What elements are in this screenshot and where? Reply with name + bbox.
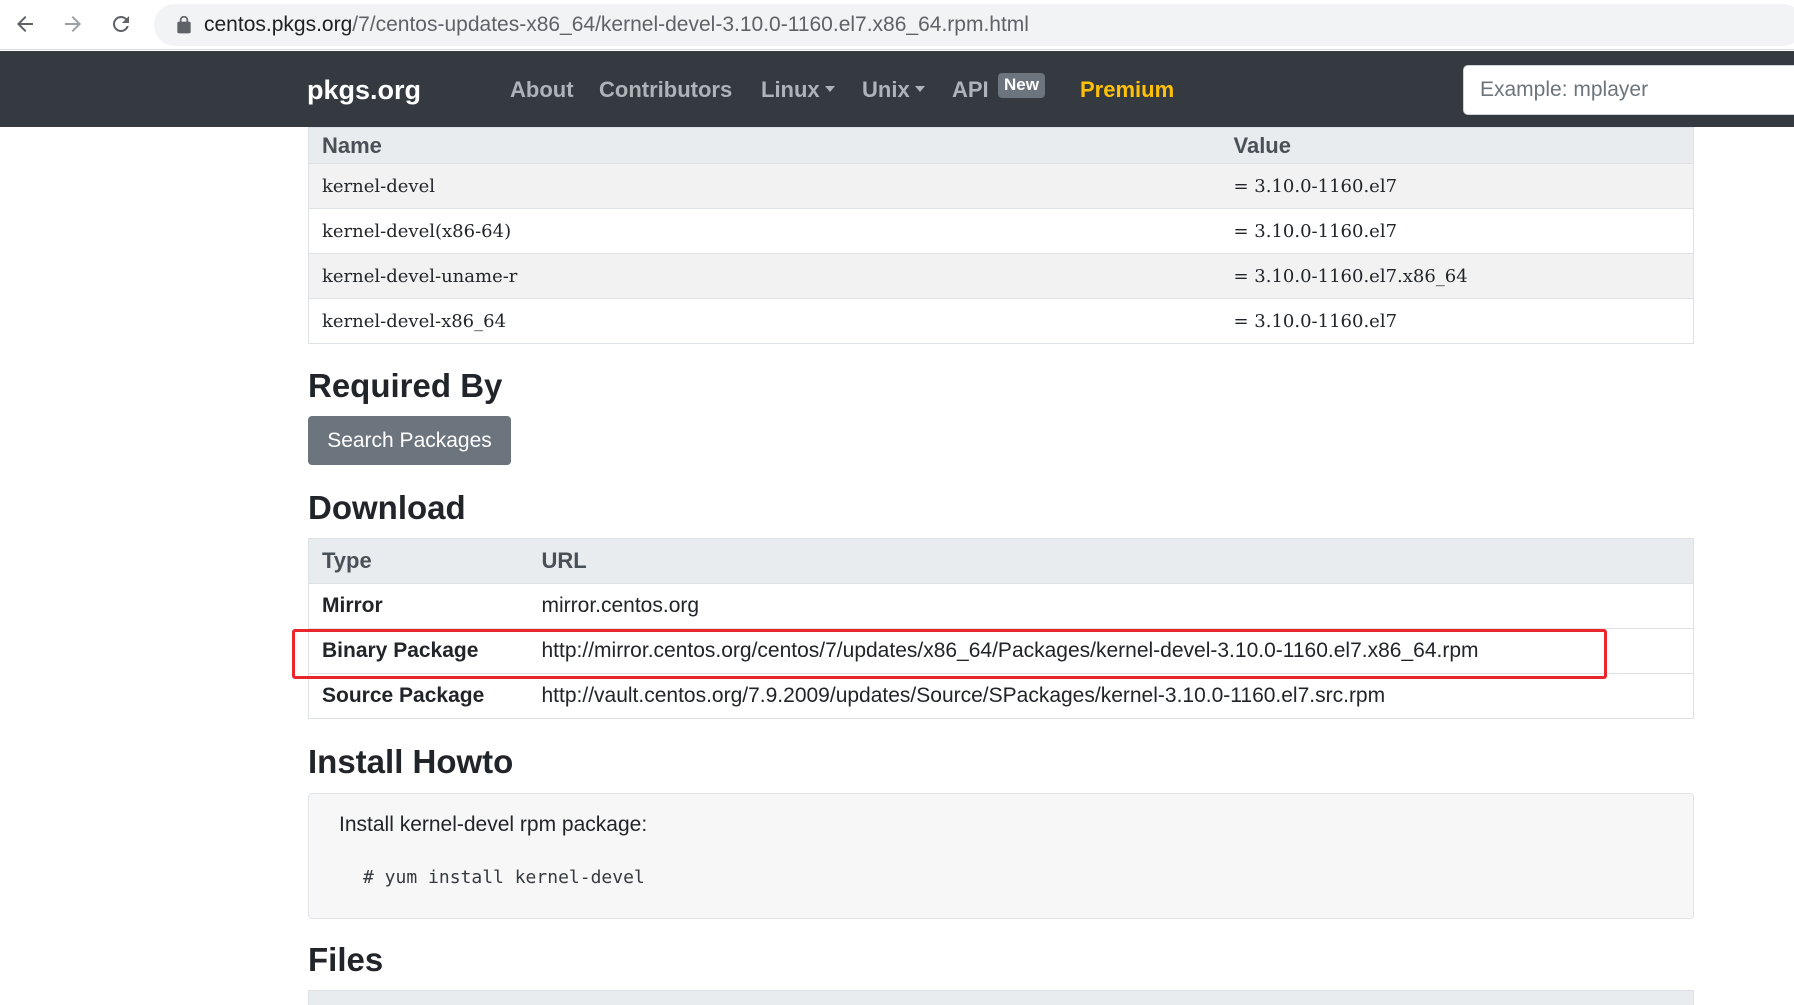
url-host: centos.pkgs.org <box>204 13 353 36</box>
nav-about[interactable]: About <box>510 77 574 103</box>
forward-arrow-icon[interactable] <box>56 7 90 41</box>
table-row: Binary Package http://mirror.centos.org/… <box>308 628 1694 674</box>
chevron-down-icon <box>914 86 925 93</box>
download-type: Mirror <box>322 594 383 617</box>
reload-icon[interactable] <box>104 7 138 41</box>
binary-package-link[interactable]: http://mirror.centos.org/centos/7/update… <box>542 639 1479 662</box>
files-heading: Files <box>308 941 384 978</box>
url-path: /7/centos-updates-x86_64/kernel-devel-3.… <box>352 13 1029 36</box>
column-header-type: Type <box>322 548 372 573</box>
provides-name: kernel-devel-x86_64 <box>322 310 507 332</box>
package-search-input[interactable] <box>1463 65 1794 115</box>
column-header-value: Value <box>1233 132 1291 158</box>
chevron-down-icon <box>824 86 835 93</box>
files-table-header <box>308 990 1694 1005</box>
provides-value: = 3.10.0-1160.el7 <box>1233 220 1398 242</box>
table-row: kernel-devel-uname-r = 3.10.0-1160.el7.x… <box>308 253 1694 299</box>
install-howto-box: Install kernel-devel rpm package: # yum … <box>308 793 1694 919</box>
browser-toolbar: centos.pkgs.org/7/centos-updates-x86_64/… <box>0 0 1794 50</box>
nav-api[interactable]: API <box>952 77 989 103</box>
table-header-row: Type URL <box>308 538 1694 584</box>
nav-linux-label: Linux <box>761 77 820 102</box>
provides-name: kernel-devel <box>322 175 436 197</box>
table-header-row: Name Value <box>308 127 1694 164</box>
install-command: # yum install kernel-devel <box>363 867 645 888</box>
site-navbar: pkgs.org About Contributors Linux Unix A… <box>0 51 1794 127</box>
required-by-heading: Required By <box>308 367 503 404</box>
install-description: Install kernel-devel rpm package: <box>339 813 648 836</box>
table-row: Mirror mirror.centos.org <box>308 583 1694 629</box>
table-row: kernel-devel(x86-64) = 3.10.0-1160.el7 <box>308 208 1694 254</box>
mirror-link[interactable]: mirror.centos.org <box>542 594 700 617</box>
download-type: Binary Package <box>322 639 479 662</box>
provides-name: kernel-devel(x86-64) <box>322 220 512 242</box>
table-row: kernel-devel-x86_64 = 3.10.0-1160.el7 <box>308 298 1694 344</box>
provides-name: kernel-devel-uname-r <box>322 265 518 287</box>
nav-linux-dropdown[interactable]: Linux <box>761 77 835 103</box>
nav-premium[interactable]: Premium <box>1080 77 1174 103</box>
download-table: Type URL Mirror mirror.centos.org Binary… <box>308 538 1694 719</box>
provides-value: = 3.10.0-1160.el7 <box>1233 175 1398 197</box>
address-bar[interactable]: centos.pkgs.org/7/centos-updates-x86_64/… <box>154 4 1794 46</box>
site-logo[interactable]: pkgs.org <box>307 75 421 106</box>
provides-value: = 3.10.0-1160.el7.x86_64 <box>1233 265 1468 287</box>
download-type: Source Package <box>322 684 485 707</box>
column-header-name: Name <box>322 132 382 158</box>
new-badge: New <box>998 73 1045 98</box>
download-heading: Download <box>308 489 466 526</box>
lock-icon <box>177 15 191 34</box>
column-header-url: URL <box>541 548 587 573</box>
back-arrow-icon[interactable] <box>8 7 42 41</box>
url-text: centos.pkgs.org/7/centos-updates-x86_64/… <box>204 13 1029 37</box>
nav-unix-label: Unix <box>862 77 910 102</box>
table-row: kernel-devel = 3.10.0-1160.el7 <box>308 163 1694 209</box>
table-row: Source Package http://vault.centos.org/7… <box>308 673 1694 719</box>
provides-value: = 3.10.0-1160.el7 <box>1233 310 1398 332</box>
nav-unix-dropdown[interactable]: Unix <box>862 77 925 103</box>
install-howto-heading: Install Howto <box>308 743 514 780</box>
search-packages-button[interactable]: Search Packages <box>308 416 511 465</box>
source-package-link[interactable]: http://vault.centos.org/7.9.2009/updates… <box>542 684 1386 707</box>
nav-contributors[interactable]: Contributors <box>599 77 732 103</box>
provides-table: Name Value kernel-devel = 3.10.0-1160.el… <box>308 127 1694 344</box>
